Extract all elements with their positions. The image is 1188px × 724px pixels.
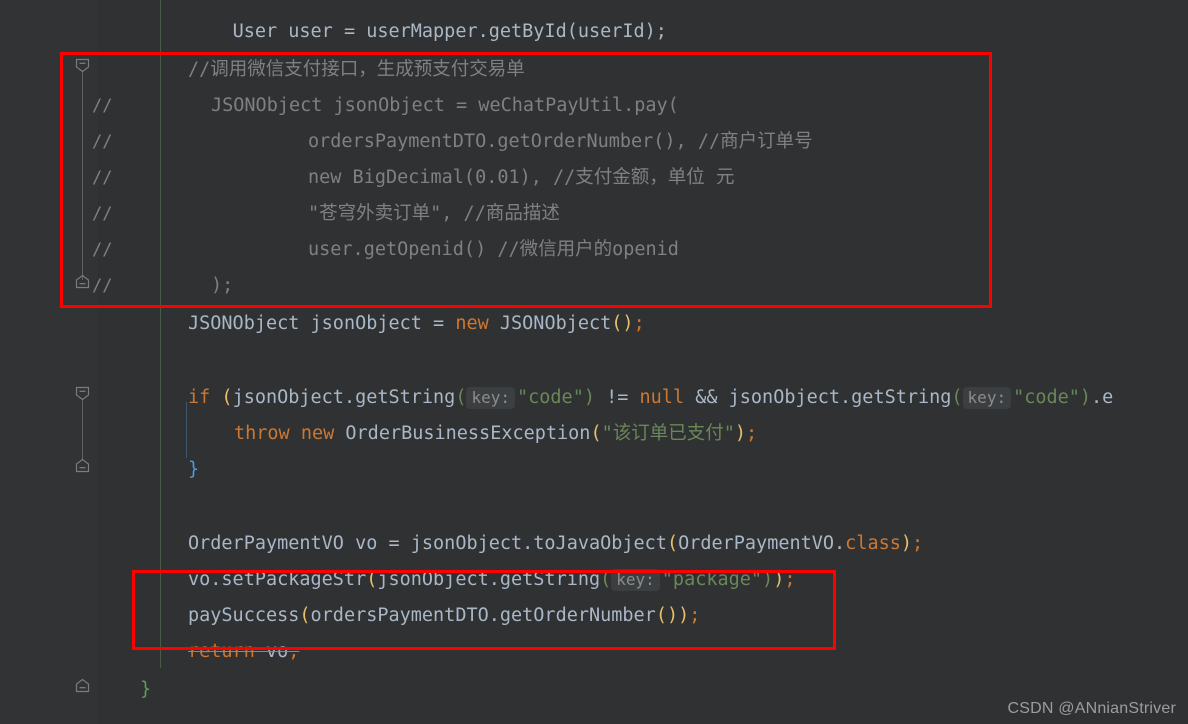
code-token: ()	[611, 313, 634, 334]
code-token: vo	[254, 641, 289, 662]
code-line[interactable]: }	[0, 452, 199, 488]
code-token: )	[734, 423, 747, 444]
code-token: jsonObject.getString	[232, 387, 456, 408]
code-token: )	[762, 569, 774, 590]
code-token: class	[845, 533, 901, 554]
code-token: JSONObject	[488, 313, 612, 334]
code-token: OrderPaymentVO.	[678, 533, 846, 554]
code-token: }	[140, 679, 152, 700]
code-token: (	[366, 569, 378, 590]
code-token: !=	[594, 387, 640, 408]
code-token: "该订单已支付"	[601, 423, 735, 444]
code-token: JSONObject jsonObject = weChatPayUtil.pa…	[211, 95, 679, 116]
gutter-comment-marker: //	[92, 96, 113, 116]
code-line[interactable]: JSONObject jsonObject = new JSONObject()…	[0, 306, 645, 342]
code-token: )	[1079, 387, 1092, 408]
code-line[interactable]: }	[0, 672, 151, 708]
code-line[interactable]: throw new OrderBusinessException("该订单已支付…	[0, 416, 757, 452]
code-token: )	[583, 387, 595, 408]
code-token: ;	[912, 533, 924, 554]
code-token: ;	[784, 569, 796, 590]
code-token: ;	[633, 313, 645, 334]
code-token: (	[210, 387, 233, 408]
clipped-top-code-line: User user = userMapper.getById(userId);	[0, 0, 667, 42]
code-editor[interactable]: User user = userMapper.getById(userId); …	[0, 0, 1188, 724]
code-token: new	[300, 423, 335, 444]
code-token: (	[590, 423, 602, 444]
code-token: paySuccess	[188, 605, 300, 626]
code-token: )	[678, 605, 690, 626]
code-line[interactable]: return vo;	[0, 634, 299, 670]
code-token: "code"	[1013, 387, 1080, 408]
code-line[interactable]: paySuccess(ordersPaymentDTO.getOrderNumb…	[0, 598, 700, 634]
code-token: )	[900, 533, 913, 554]
code-token: vo.setPackageStr	[188, 569, 367, 590]
code-line[interactable]: vo.setPackageStr(jsonObject.getString(ke…	[0, 562, 795, 598]
code-token: ()	[655, 605, 679, 626]
code-line[interactable]: ordersPaymentDTO.getOrderNumber(), //商户订…	[0, 124, 813, 160]
code-token: //调用微信支付接口，生成预支付交易单	[188, 59, 525, 80]
code-token: ;	[689, 605, 701, 626]
code-token: JSONObject	[188, 313, 300, 334]
gutter-comment-marker: //	[92, 132, 113, 152]
parameter-hint: key:	[466, 387, 515, 409]
code-token: "package"	[661, 569, 763, 590]
code-token: ordersPaymentDTO.getOrderNumber	[310, 605, 656, 626]
parameter-hint: key:	[962, 387, 1012, 409]
code-token: (	[666, 533, 679, 554]
gutter-comment-marker: //	[92, 240, 113, 260]
code-token: user.getOpenid() //微信用户的openid	[308, 239, 679, 260]
code-token: throw	[234, 423, 290, 444]
clipped-top-text: User user = userMapper.getById(userId);	[232, 21, 667, 42]
code-token: (	[299, 605, 311, 626]
csdn-watermark: CSDN @ANnianStriver	[1007, 700, 1176, 717]
code-token: "苍穹外卖订单", //商品描述	[308, 203, 560, 224]
code-token: return	[188, 641, 255, 662]
code-token: ;	[288, 641, 300, 662]
code-token: vo = jsonObject.toJavaObject	[343, 533, 667, 554]
code-token: jsonObject =	[299, 313, 456, 334]
code-token: }	[188, 459, 200, 480]
code-token: new	[455, 313, 489, 334]
code-line[interactable]: if (jsonObject.getString(key: "code") != …	[0, 380, 1113, 416]
code-token: (	[600, 569, 612, 590]
code-token: )	[773, 569, 785, 590]
gutter-comment-marker: //	[92, 204, 113, 224]
code-token: null	[639, 387, 685, 408]
code-token: .e	[1091, 387, 1114, 408]
gutter-comment-marker: //	[92, 168, 113, 188]
code-token: );	[211, 275, 234, 296]
code-token: new BigDecimal(0.01), //支付金额，单位 元	[308, 167, 735, 188]
code-token: jsonObject.getString	[377, 569, 601, 590]
code-token: (	[455, 387, 467, 408]
code-token: ;	[746, 423, 758, 444]
parameter-hint: key:	[611, 569, 660, 591]
code-token: OrderPaymentVO	[188, 533, 344, 554]
code-token: (	[951, 387, 963, 408]
code-token: if	[188, 387, 211, 408]
gutter-comment-marker: //	[92, 276, 113, 296]
code-token: OrderBusinessException	[334, 423, 591, 444]
code-line[interactable]: OrderPaymentVO vo = jsonObject.toJavaObj…	[0, 526, 923, 562]
code-token: "code"	[517, 387, 584, 408]
code-line[interactable]: //调用微信支付接口，生成预支付交易单	[0, 52, 525, 88]
code-token: && jsonObject.getString	[684, 387, 952, 408]
code-token: ordersPaymentDTO.getOrderNumber(), //商户订…	[308, 131, 813, 152]
